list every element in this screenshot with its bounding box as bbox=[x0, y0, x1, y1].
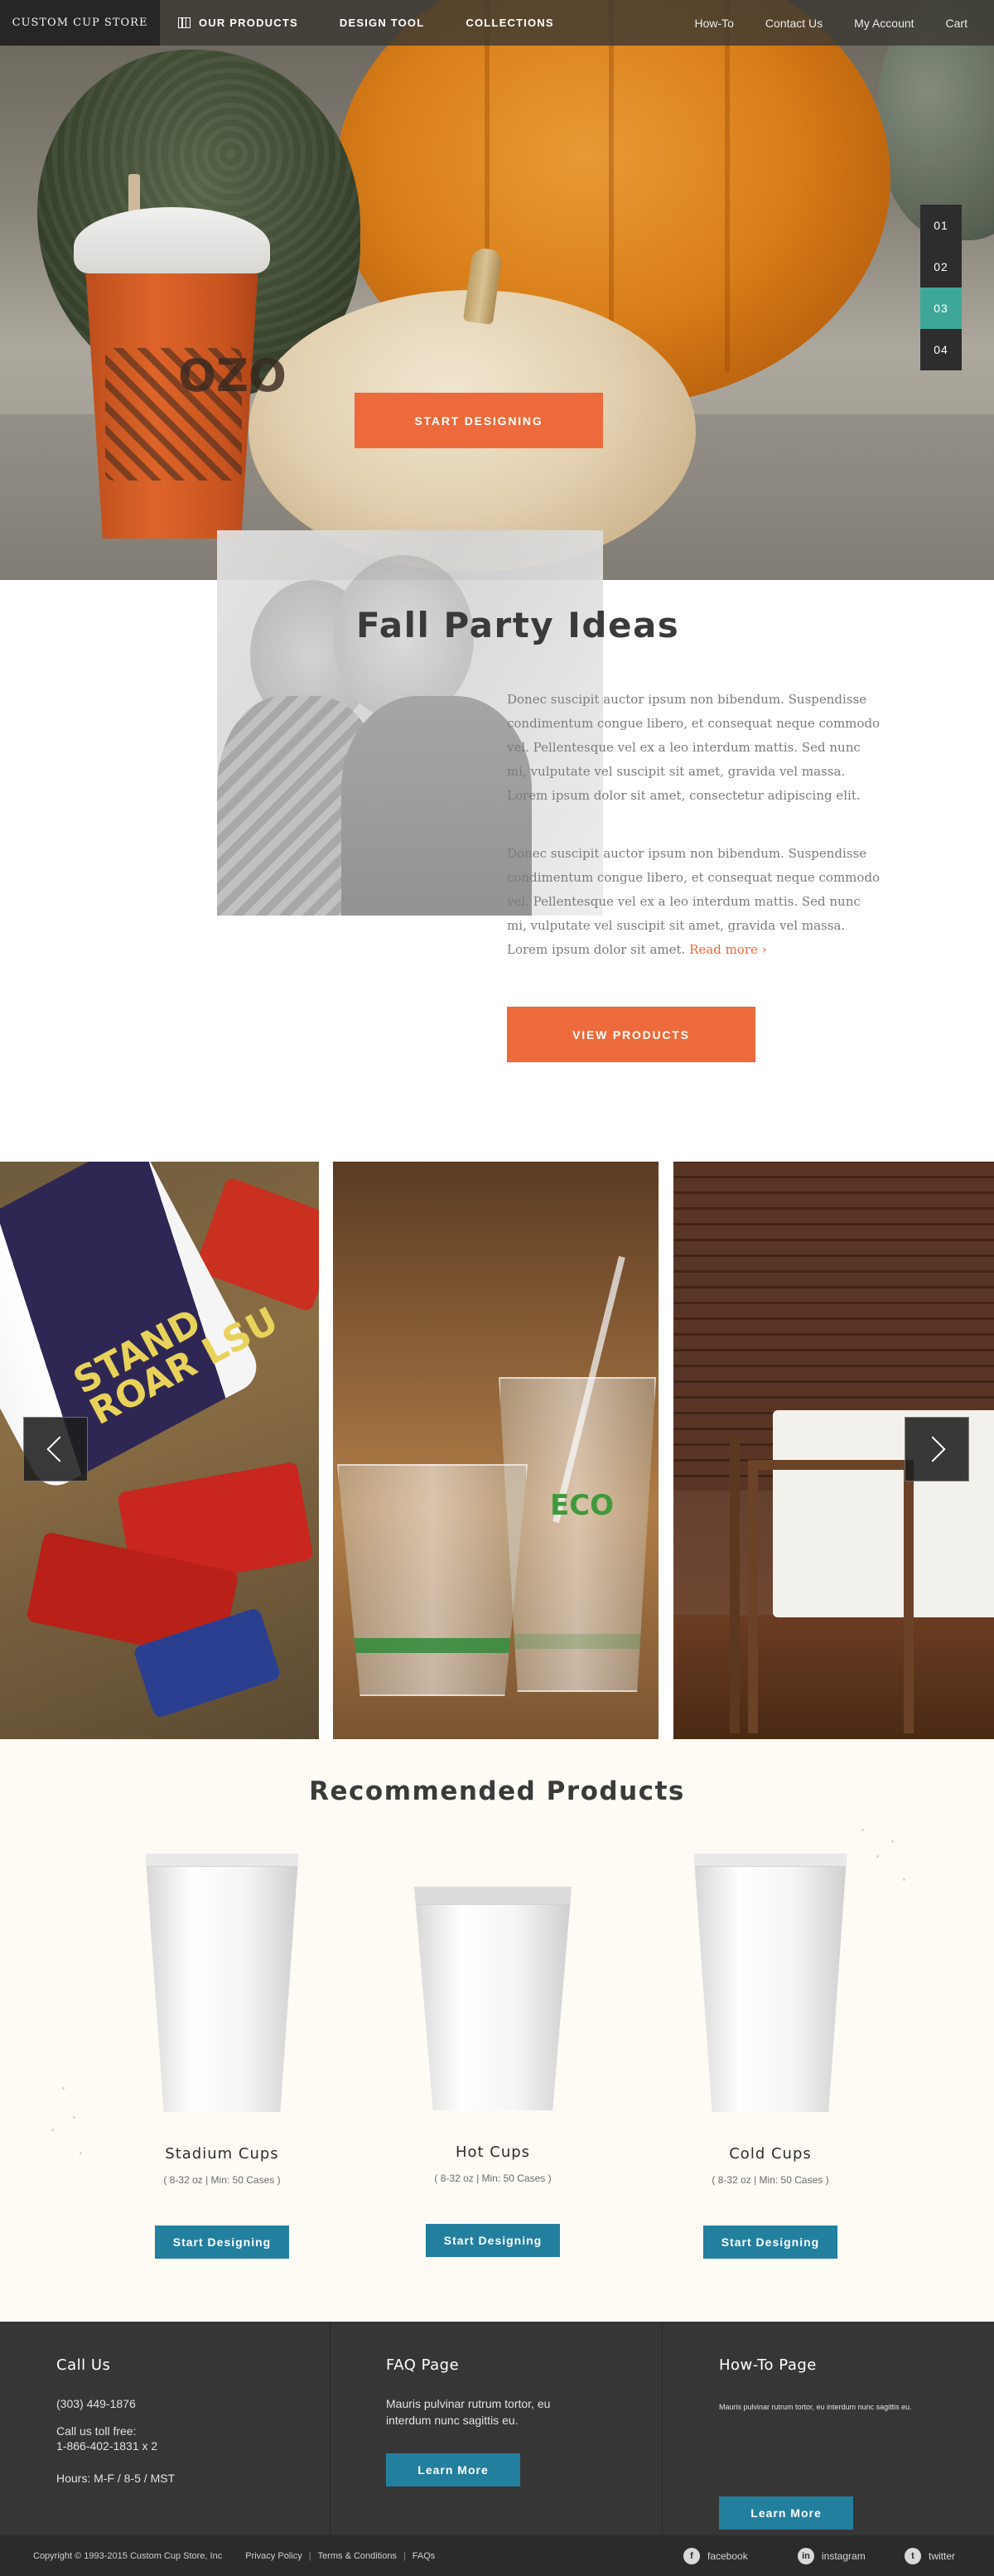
toll-free-number[interactable]: 1-866-402-1831 x 2 bbox=[56, 2438, 157, 2453]
secondary-nav: How-To Contact Us My Account Cart bbox=[663, 17, 967, 30]
product-spec: ( 8-32 oz | Min: 50 Cases ) bbox=[434, 2172, 552, 2184]
hot-cup-image[interactable] bbox=[414, 1887, 572, 2110]
read-more-link[interactable]: Read more › bbox=[689, 942, 767, 957]
nav-collections[interactable]: COLLECTIONS bbox=[466, 17, 553, 29]
nav-my-account[interactable]: My Account bbox=[854, 17, 914, 30]
facebook-label: facebook bbox=[707, 2549, 748, 2562]
slide-dot-1[interactable]: 01 bbox=[920, 205, 962, 246]
product-name[interactable]: Hot Cups bbox=[369, 2143, 617, 2161]
footer-call-us: Call Us (303) 449-1876 Call us toll free… bbox=[0, 2322, 330, 2535]
footer-toll-free: Call us toll free: 1-866-402-1831 x 2 bbox=[56, 2424, 157, 2453]
nav-design-tool[interactable]: DESIGN TOOL bbox=[340, 17, 425, 29]
party-paragraph-2: Donec suscipit auctor ipsum non bibendum… bbox=[507, 842, 881, 962]
twitter-icon: t bbox=[905, 2547, 921, 2564]
toll-free-label: Call us toll free: bbox=[56, 2424, 137, 2438]
twitter-label: twitter bbox=[929, 2549, 956, 2562]
slide-dot-3[interactable]: 03 bbox=[920, 288, 962, 329]
nav-our-products-label: OUR PRODUCTS bbox=[199, 17, 298, 29]
top-nav: CUSTOM CUP STORE OUR PRODUCTS DESIGN TOO… bbox=[0, 0, 994, 46]
footer-how-to: How-To Page Mauris pulvinar rutrum torto… bbox=[663, 2322, 994, 2535]
nav-contact-us[interactable]: Contact Us bbox=[765, 17, 823, 30]
party-paragraph-2-text: Donec suscipit auctor ipsum non bibendum… bbox=[507, 846, 881, 957]
facebook-icon: f bbox=[683, 2547, 700, 2564]
grid-icon bbox=[178, 17, 191, 28]
chevron-left-icon bbox=[46, 1436, 73, 1462]
footer-phone[interactable]: (303) 449-1876 bbox=[56, 2396, 136, 2411]
product-name[interactable]: Cold Cups bbox=[646, 2145, 895, 2163]
primary-nav: OUR PRODUCTS DESIGN TOOL COLLECTIONS bbox=[178, 17, 596, 29]
terms-link[interactable]: Terms & Conditions bbox=[318, 2551, 397, 2561]
recommended-products: Recommended Products Stadium Cups ( 8-32… bbox=[0, 1739, 994, 2322]
slide-dot-4[interactable]: 04 bbox=[920, 329, 962, 370]
gallery-tile-eco-cups[interactable]: ECO bbox=[333, 1162, 659, 1739]
party-title: Fall Party Ideas bbox=[356, 605, 680, 645]
product-card-hot: Hot Cups ( 8-32 oz | Min: 50 Cases ) Sta… bbox=[369, 1853, 617, 2257]
copyright: Copyright © 1993-2015 Custom Cup Store, … bbox=[33, 2550, 223, 2561]
photo-gallery: STAND ROAR LSU ECO bbox=[0, 1162, 994, 1739]
product-card-cold: Cold Cups ( 8-32 oz | Min: 50 Cases ) St… bbox=[646, 1853, 895, 2259]
faq-learn-more-button[interactable]: Learn More bbox=[386, 2453, 520, 2487]
footer-call-title: Call Us bbox=[56, 2356, 111, 2374]
footer-hours: Hours: M-F / 8-5 / MST bbox=[56, 2472, 176, 2485]
start-designing-hot-button[interactable]: Start Designing bbox=[426, 2224, 560, 2257]
footer-howto-desc: Mauris pulvinar rutrum tortor, eu interd… bbox=[719, 2403, 912, 2411]
gallery-prev-button[interactable] bbox=[23, 1417, 88, 1481]
nav-our-products[interactable]: OUR PRODUCTS bbox=[178, 17, 298, 29]
instagram-icon: in bbox=[798, 2547, 814, 2564]
product-card-stadium: Stadium Cups ( 8-32 oz | Min: 50 Cases )… bbox=[98, 1853, 346, 2259]
cold-cup-image[interactable] bbox=[693, 1853, 847, 2112]
twitter-link[interactable]: t twitter bbox=[905, 2535, 955, 2576]
footer: Call Us (303) 449-1876 Call us toll free… bbox=[0, 2322, 994, 2535]
instagram-label: instagram bbox=[822, 2549, 866, 2562]
bottom-bar: Copyright © 1993-2015 Custom Cup Store, … bbox=[0, 2535, 994, 2576]
party-paragraph-1: Donec suscipit auctor ipsum non bibendum… bbox=[507, 692, 881, 803]
privacy-policy-link[interactable]: Privacy Policy bbox=[245, 2551, 302, 2561]
footer-faq: FAQ Page Mauris pulvinar rutrum tortor, … bbox=[330, 2322, 663, 2535]
brand-logo[interactable]: CUSTOM CUP STORE bbox=[0, 0, 160, 46]
nav-how-to[interactable]: How-To bbox=[694, 17, 733, 30]
product-spec: ( 8-32 oz | Min: 50 Cases ) bbox=[712, 2174, 829, 2186]
gallery-next-button[interactable] bbox=[905, 1417, 969, 1481]
slide-dot-2[interactable]: 02 bbox=[920, 246, 962, 288]
start-designing-button[interactable]: START DESIGNING bbox=[355, 393, 603, 448]
start-designing-cold-button[interactable]: Start Designing bbox=[703, 2226, 837, 2259]
facebook-link[interactable]: f facebook bbox=[683, 2535, 748, 2576]
view-products-button[interactable]: VIEW PRODUCTS bbox=[507, 1007, 755, 1062]
eco-cup-logo: ECO bbox=[550, 1489, 615, 1522]
product-name[interactable]: Stadium Cups bbox=[98, 2145, 346, 2163]
nav-cart[interactable]: Cart bbox=[946, 17, 967, 30]
howto-learn-more-button[interactable]: Learn More bbox=[719, 2496, 853, 2530]
footer-faq-desc: Mauris pulvinar rutrum tortor, eu interd… bbox=[386, 2397, 551, 2427]
recommended-title: Recommended Products bbox=[309, 1776, 685, 1806]
product-spec: ( 8-32 oz | Min: 50 Cases ) bbox=[163, 2174, 281, 2186]
hero-banner: OZO bbox=[0, 0, 994, 580]
footer-howto-title: How-To Page bbox=[719, 2356, 817, 2374]
instagram-link[interactable]: in instagram bbox=[798, 2535, 866, 2576]
faqs-link[interactable]: FAQs bbox=[413, 2551, 436, 2561]
slide-pager: 01 02 03 04 bbox=[920, 205, 962, 370]
footer-faq-title: FAQ Page bbox=[386, 2356, 460, 2374]
stadium-cup-image[interactable] bbox=[145, 1853, 299, 2112]
start-designing-stadium-button[interactable]: Start Designing bbox=[155, 2226, 289, 2259]
chevron-right-icon bbox=[919, 1436, 946, 1462]
